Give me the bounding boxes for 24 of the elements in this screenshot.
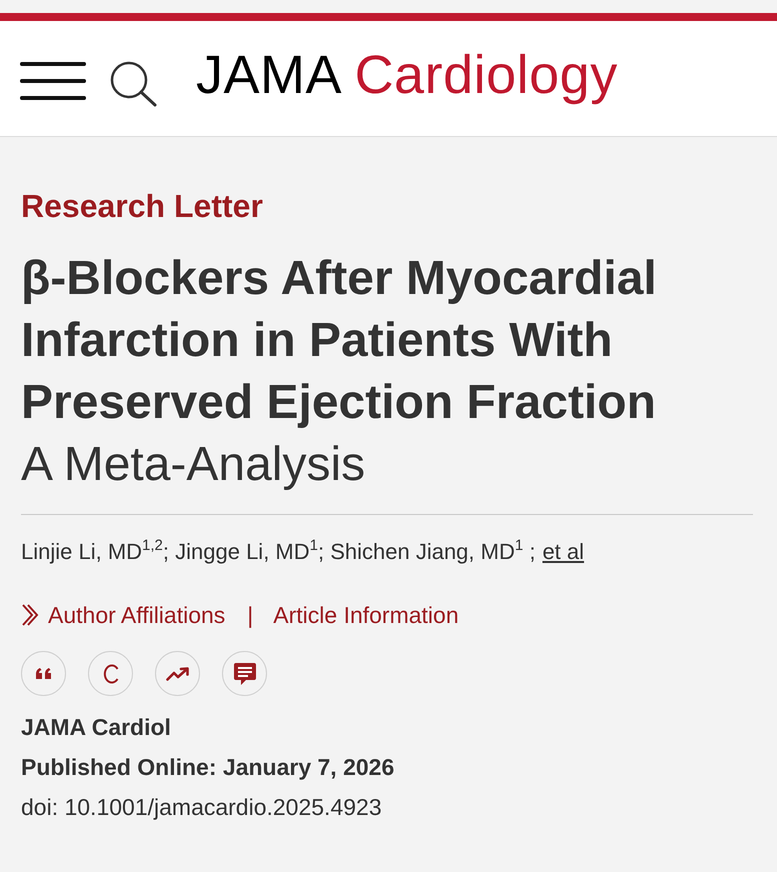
comment-icon (234, 662, 256, 684)
double-chevron-icon (21, 604, 39, 626)
author-affiliations-link[interactable]: Author Affiliations (21, 602, 226, 628)
article-information-link[interactable]: Article Information (273, 602, 459, 628)
et-al-link[interactable]: et al (542, 539, 584, 564)
search-icon (110, 60, 157, 106)
letter-c-icon (102, 664, 118, 684)
menu-button[interactable] (20, 62, 86, 100)
article-subtitle: A Meta-Analysis (21, 437, 366, 493)
quote-icon (36, 668, 51, 679)
metrics-button[interactable] (155, 651, 200, 696)
author-list: Linjie Li, MD$^{1,2}$; Jingge Li, MD$^{1}$; Shichen Jiang, MD$^{1}$ ; et al (21, 537, 753, 567)
menu-icon (20, 62, 86, 100)
article-type: Research Letter (21, 187, 264, 226)
search-button[interactable] (110, 60, 157, 106)
trend-up-icon (166, 666, 190, 680)
comments-button[interactable] (222, 651, 267, 696)
permissions-button[interactable] (88, 651, 133, 696)
article-title: β-Blockers After Myocardial Infarction in Patients With Preserved Ejection Fraction (21, 251, 658, 431)
link-separator: | (247, 602, 254, 628)
publication-date: Published Online: January 7, 2026 (21, 753, 396, 782)
doi-text: doi: 10.1001/jamacardio.2025.4923 (21, 793, 383, 822)
cite-button[interactable] (21, 651, 66, 696)
journal-abbreviation: JAMA Cardiol (21, 713, 172, 742)
